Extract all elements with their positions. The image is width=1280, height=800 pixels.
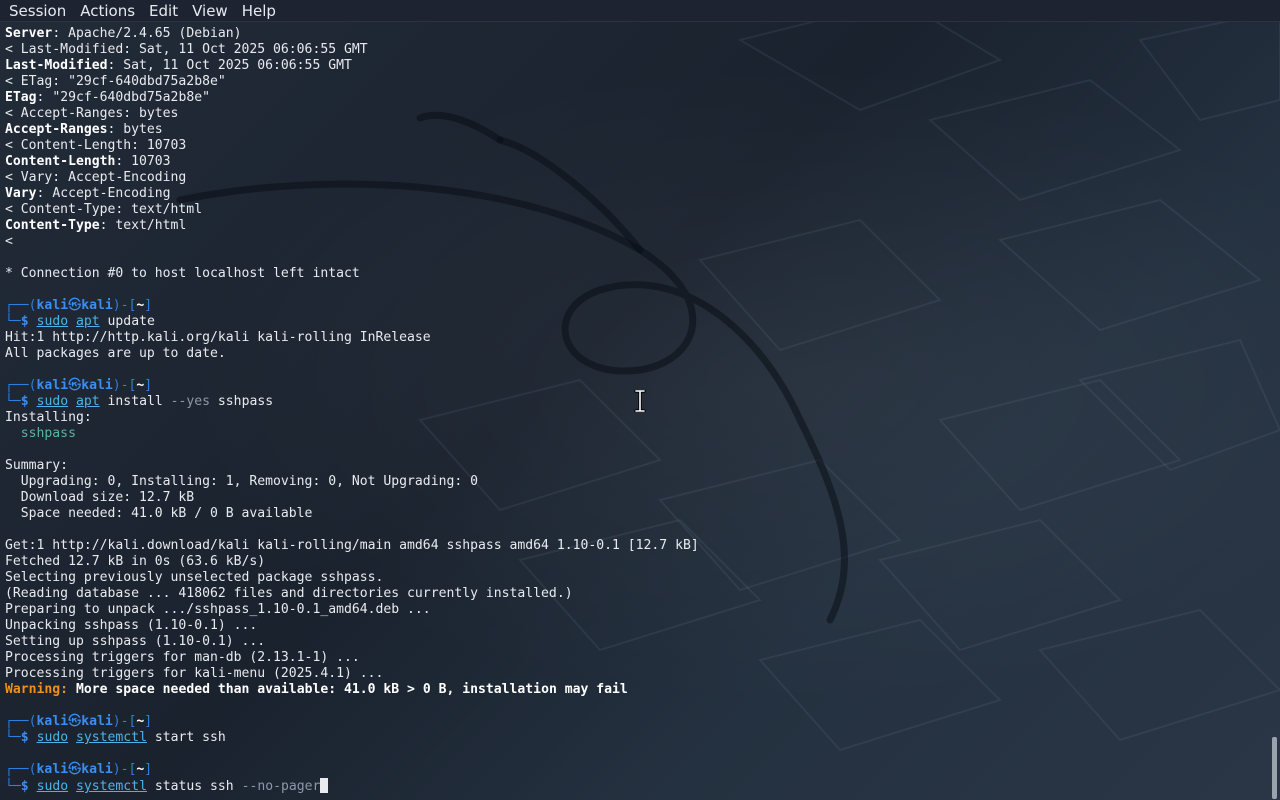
warning-line: Warning: More space needed than availabl… <box>5 682 1267 698</box>
output-line: < ETag: "29cf-640dbd75a2b8e" <box>5 74 226 89</box>
output-line: Installing: <box>5 410 92 425</box>
command-input-line[interactable]: └─$ sudo systemctl status ssh --no-pager <box>5 778 1267 794</box>
prompt-host: kali <box>81 762 113 777</box>
prompt-header: ┌──(kali㉿kali)-[~] <box>5 714 153 729</box>
output-line: Server: Apache/2.4.65 (Debian) <box>5 26 242 41</box>
output-line: < Accept-Ranges: bytes <box>5 106 179 121</box>
command-line: └─$ sudo apt update <box>5 314 155 329</box>
output-line: Summary: <box>5 458 69 473</box>
output-line: Setting up sshpass (1.10-0.1) ... <box>5 634 266 649</box>
text-cursor <box>320 778 329 793</box>
output-line: (Reading database ... 418062 files and d… <box>5 586 573 601</box>
command-sudo: sudo <box>36 394 69 409</box>
output-line: Fetched 12.7 kB in 0s (63.6 kB/s) <box>5 554 266 569</box>
package-name: sshpass <box>5 426 76 441</box>
command-sudo: sudo <box>36 779 69 794</box>
output-line: Vary: Accept-Encoding <box>5 186 171 201</box>
output-line: Content-Length: 10703 <box>5 154 171 169</box>
command-flag: --yes <box>170 394 211 409</box>
output-line: < Vary: Accept-Encoding <box>5 170 187 185</box>
terminal-window: Session Actions Edit View Help Server: A… <box>0 0 1280 800</box>
output-line: Selecting previously unselected package … <box>5 570 384 585</box>
prompt-user: kali <box>36 298 69 313</box>
output-line: Space needed: 41.0 kB / 0 B available <box>5 506 313 521</box>
output-line: Processing triggers for man-db (2.13.1-1… <box>5 650 360 665</box>
prompt-header: ┌──(kali㉿kali)-[~] <box>5 298 153 313</box>
warning-text: More space needed than available: 41.0 k… <box>68 682 628 697</box>
prompt-user: kali <box>36 714 69 729</box>
command-tool: systemctl <box>76 730 147 745</box>
output-line: ETag: "29cf-640dbd75a2b8e" <box>5 90 210 105</box>
terminal-output[interactable]: Server: Apache/2.4.65 (Debian) < Last-Mo… <box>5 26 1267 800</box>
prompt-host: kali <box>81 378 113 393</box>
output-line: < <box>5 234 13 249</box>
output-line: Processing triggers for kali-menu (2025.… <box>5 666 384 681</box>
output-line: Get:1 http://kali.download/kali kali-rol… <box>5 538 699 553</box>
at-icon: ㉿ <box>68 378 82 393</box>
output-line: Preparing to unpack .../sshpass_1.10-0.1… <box>5 602 431 617</box>
at-icon: ㉿ <box>68 714 82 729</box>
command-line: └─$ sudo systemctl start ssh <box>5 730 226 745</box>
menu-help[interactable]: Help <box>235 0 283 22</box>
output-line: All packages are up to date. <box>5 346 226 361</box>
output-line: Unpacking sshpass (1.10-0.1) ... <box>5 618 258 633</box>
command-tool: apt <box>76 394 100 409</box>
prompt-host: kali <box>81 714 113 729</box>
output-line: Download size: 12.7 kB <box>5 490 195 505</box>
command-flag: --no-pager <box>241 779 321 794</box>
at-icon: ㉿ <box>68 762 82 777</box>
output-line: * Connection #0 to host localhost left i… <box>5 266 360 281</box>
output-line: < Last-Modified: Sat, 11 Oct 2025 06:06:… <box>5 42 368 57</box>
menu-edit[interactable]: Edit <box>142 0 185 22</box>
prompt-header: ┌──(kali㉿kali)-[~] <box>5 762 153 777</box>
prompt-user: kali <box>36 762 69 777</box>
at-icon: ㉿ <box>68 298 82 313</box>
menu-bar: Session Actions Edit View Help <box>0 0 1280 22</box>
scrollbar-thumb[interactable] <box>1272 737 1277 799</box>
menu-view[interactable]: View <box>185 0 235 22</box>
output-line: Last-Modified: Sat, 11 Oct 2025 06:06:55… <box>5 58 352 73</box>
prompt-user: kali <box>36 378 69 393</box>
menu-session[interactable]: Session <box>2 0 73 22</box>
menu-actions[interactable]: Actions <box>73 0 142 22</box>
warning-label: Warning: <box>5 682 69 697</box>
command-tool: apt <box>76 314 100 329</box>
output-line: Hit:1 http://http.kali.org/kali kali-rol… <box>5 330 431 345</box>
output-line: Content-Type: text/html <box>5 218 187 233</box>
ibeam-cursor-icon <box>634 390 646 412</box>
output-line: < Content-Length: 10703 <box>5 138 187 153</box>
command-sudo: sudo <box>36 730 69 745</box>
command-sudo: sudo <box>36 314 69 329</box>
output-line: < Content-Type: text/html <box>5 202 203 217</box>
output-line: Upgrading: 0, Installing: 1, Removing: 0… <box>5 474 478 489</box>
prompt-host: kali <box>81 298 113 313</box>
command-tool: systemctl <box>76 779 147 794</box>
output-line: Accept-Ranges: bytes <box>5 122 163 137</box>
